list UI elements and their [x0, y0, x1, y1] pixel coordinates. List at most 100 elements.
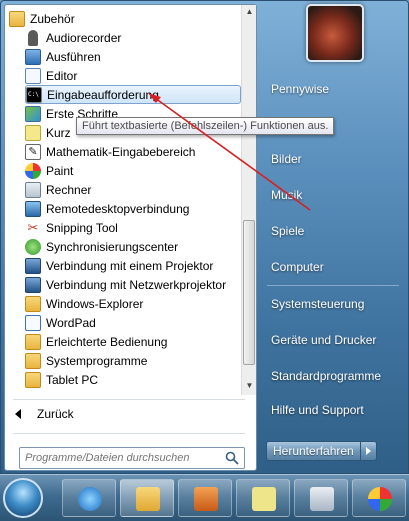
folder-icon — [25, 295, 41, 312]
divider — [13, 399, 245, 400]
wordpad-icon — [25, 314, 41, 331]
program-projector[interactable]: Verbindung mit einem Projektor — [25, 256, 241, 275]
scroll-down-icon[interactable]: ▼ — [244, 381, 255, 392]
link-geraete-drucker[interactable]: Geräte und Drucker — [271, 333, 376, 347]
program-remotedesktop[interactable]: Remotedesktopverbindung — [25, 199, 241, 218]
explorer-folder-icon — [136, 487, 160, 511]
program-label: Mathematik-Eingabebereich — [46, 144, 196, 159]
program-network-projector[interactable]: Verbindung mit Netzwerkprojektor — [25, 275, 241, 294]
search-input[interactable] — [25, 452, 210, 464]
link-pennywise[interactable]: Pennywise — [271, 82, 329, 96]
internet-explorer-icon — [78, 487, 102, 511]
back-label: Zurück — [37, 407, 74, 421]
back-button[interactable]: Zurück — [15, 407, 74, 421]
link-hilfe-support[interactable]: Hilfe und Support — [271, 403, 364, 417]
programs-pane: Zubehör Audiorecorder Ausführen Editor C… — [4, 4, 257, 471]
media-player-icon — [194, 487, 218, 511]
sticky-notes-icon — [252, 487, 276, 511]
folder-icon — [9, 10, 25, 27]
scroll-thumb[interactable] — [243, 220, 255, 365]
program-windows-explorer[interactable]: Windows-Explorer — [25, 294, 241, 313]
search-box[interactable] — [19, 447, 245, 469]
math-input-icon: ✎ — [25, 143, 41, 160]
program-label: Systemprogramme — [46, 353, 148, 368]
program-audiorecorder[interactable]: Audiorecorder — [25, 28, 241, 47]
taskbar-explorer[interactable] — [120, 479, 174, 517]
program-label: Paint — [46, 163, 74, 178]
folder-erleichterte-bedienung[interactable]: Erleichterte Bedienung — [25, 332, 241, 351]
link-bilder[interactable]: Bilder — [271, 152, 302, 166]
sync-icon — [25, 238, 41, 255]
folder-tablet-pc[interactable]: Tablet PC — [25, 370, 241, 389]
program-label: Windows-Explorer — [46, 296, 144, 311]
link-systemsteuerung[interactable]: Systemsteuerung — [271, 297, 364, 311]
program-label: Verbindung mit einem Projektor — [46, 258, 214, 273]
program-label: Editor — [46, 68, 78, 83]
start-menu: Zubehör Audiorecorder Ausführen Editor C… — [0, 0, 409, 474]
getting-started-icon — [25, 105, 41, 122]
microphone-icon — [28, 29, 38, 46]
calculator-icon — [310, 487, 334, 511]
program-eingabeaufforderung[interactable]: C:\ Eingabeaufforderung — [25, 85, 241, 104]
folder-zubehoer[interactable]: Zubehör — [9, 9, 241, 28]
program-label: Zubehör — [30, 11, 75, 26]
folder-icon — [25, 333, 41, 350]
program-list-scrollbar[interactable]: ▲ ▼ — [241, 5, 256, 395]
right-divider — [267, 285, 399, 286]
shutdown-group: Herunterfahren — [266, 441, 377, 463]
program-mathematik[interactable]: ✎ Mathematik-Eingabebereich — [25, 142, 241, 161]
program-editor[interactable]: Editor — [25, 66, 241, 85]
user-avatar[interactable] — [306, 4, 364, 62]
program-label: Rechner — [46, 182, 92, 197]
link-spiele[interactable]: Spiele — [271, 224, 304, 238]
program-label: Snipping Tool — [46, 220, 118, 235]
taskbar — [0, 474, 409, 521]
chevron-right-icon — [365, 447, 371, 455]
program-label: WordPad — [46, 315, 96, 330]
program-list: Zubehör Audiorecorder Ausführen Editor C… — [5, 5, 241, 395]
program-paint[interactable]: Paint — [25, 161, 241, 180]
shutdown-button[interactable]: Herunterfahren — [266, 441, 361, 461]
scissors-icon: ✂ — [25, 219, 41, 236]
link-standardprogramme[interactable]: Standardprogramme — [271, 369, 381, 383]
taskbar-paint[interactable] — [352, 479, 406, 517]
shutdown-options-button[interactable] — [360, 441, 377, 461]
scroll-up-icon[interactable]: ▲ — [244, 7, 255, 18]
tooltip: Führt textbasierte (Befehlszeilen-) Funk… — [76, 117, 335, 135]
program-rechner[interactable]: Rechner — [25, 180, 241, 199]
program-label: Erleichterte Bedienung — [46, 334, 168, 349]
network-projector-icon — [25, 276, 41, 293]
calculator-icon — [25, 181, 41, 198]
paint-icon — [25, 162, 41, 179]
paint-icon — [368, 487, 392, 511]
notepad-icon — [25, 67, 41, 84]
folder-icon — [25, 352, 41, 369]
program-label: Verbindung mit Netzwerkprojektor — [46, 277, 227, 292]
program-label: Kurz — [46, 125, 71, 140]
program-wordpad[interactable]: WordPad — [25, 313, 241, 332]
search-icon[interactable] — [225, 451, 239, 465]
sticky-notes-icon — [25, 124, 41, 141]
link-musik[interactable]: Musik — [271, 188, 302, 202]
taskbar-media-player[interactable] — [178, 479, 232, 517]
link-computer[interactable]: Computer — [271, 260, 324, 274]
start-orb-icon[interactable] — [3, 478, 43, 518]
folder-systemprogramme[interactable]: Systemprogramme — [25, 351, 241, 370]
command-prompt-icon: C:\ — [26, 86, 42, 103]
taskbar-sticky-notes[interactable] — [236, 479, 290, 517]
program-snipping-tool[interactable]: ✂ Snipping Tool — [25, 218, 241, 237]
program-label: Tablet PC — [46, 372, 99, 387]
program-ausfuehren[interactable]: Ausführen — [25, 47, 241, 66]
projector-icon — [25, 257, 41, 274]
right-pane: Pennywise Bilder Musik Spiele Computer S… — [261, 1, 409, 475]
program-label: Audiorecorder — [46, 30, 122, 45]
run-icon — [25, 48, 41, 65]
taskbar-internet-explorer[interactable] — [62, 479, 116, 517]
divider — [13, 433, 245, 434]
taskbar-calculator[interactable] — [294, 479, 348, 517]
program-sync-center[interactable]: Synchronisierungscenter — [25, 237, 241, 256]
remote-desktop-icon — [25, 200, 41, 217]
folder-icon — [25, 371, 41, 388]
back-arrow-icon — [15, 409, 21, 419]
program-label: Remotedesktopverbindung — [46, 201, 190, 216]
